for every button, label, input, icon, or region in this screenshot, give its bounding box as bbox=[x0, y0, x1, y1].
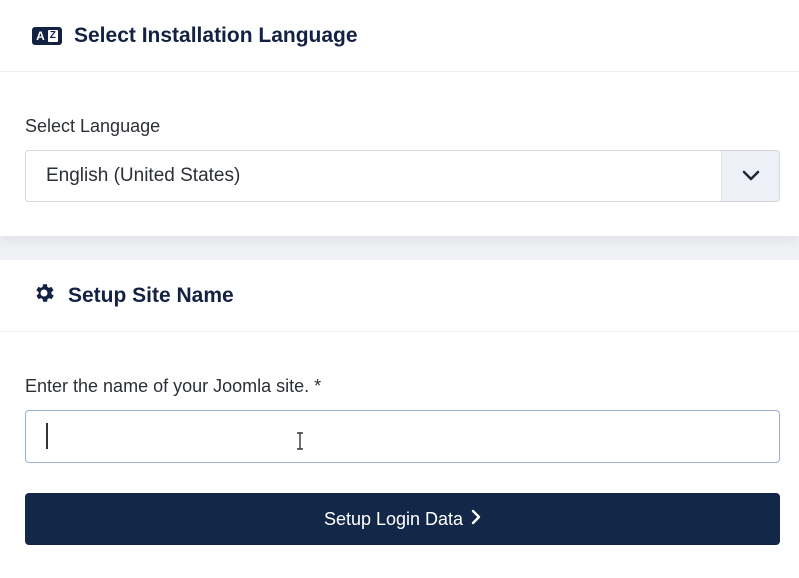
language-section-title: Select Installation Language bbox=[74, 23, 358, 47]
language-card: AZ Select Installation Language Select L… bbox=[0, 0, 799, 236]
site-name-section-title: Setup Site Name bbox=[68, 283, 234, 307]
language-select-value: English (United States) bbox=[46, 165, 241, 186]
chevron-right-icon bbox=[471, 509, 481, 530]
site-name-card-header: Setup Site Name bbox=[0, 260, 799, 332]
language-select[interactable]: English (United States) bbox=[25, 150, 780, 202]
site-name-label: Enter the name of your Joomla site. * bbox=[25, 376, 322, 396]
language-card-header: AZ Select Installation Language bbox=[0, 0, 799, 72]
setup-login-data-button[interactable]: Setup Login Data bbox=[25, 493, 780, 545]
text-cursor-icon bbox=[295, 432, 305, 455]
site-name-input[interactable] bbox=[25, 410, 780, 463]
setup-login-data-label: Setup Login Data bbox=[323, 508, 464, 529]
text-caret bbox=[46, 423, 48, 449]
chevron-down-icon[interactable] bbox=[721, 151, 779, 201]
select-language-label: Select Language bbox=[25, 116, 161, 136]
language-icon: AZ bbox=[32, 26, 62, 45]
gear-icon bbox=[32, 281, 56, 310]
